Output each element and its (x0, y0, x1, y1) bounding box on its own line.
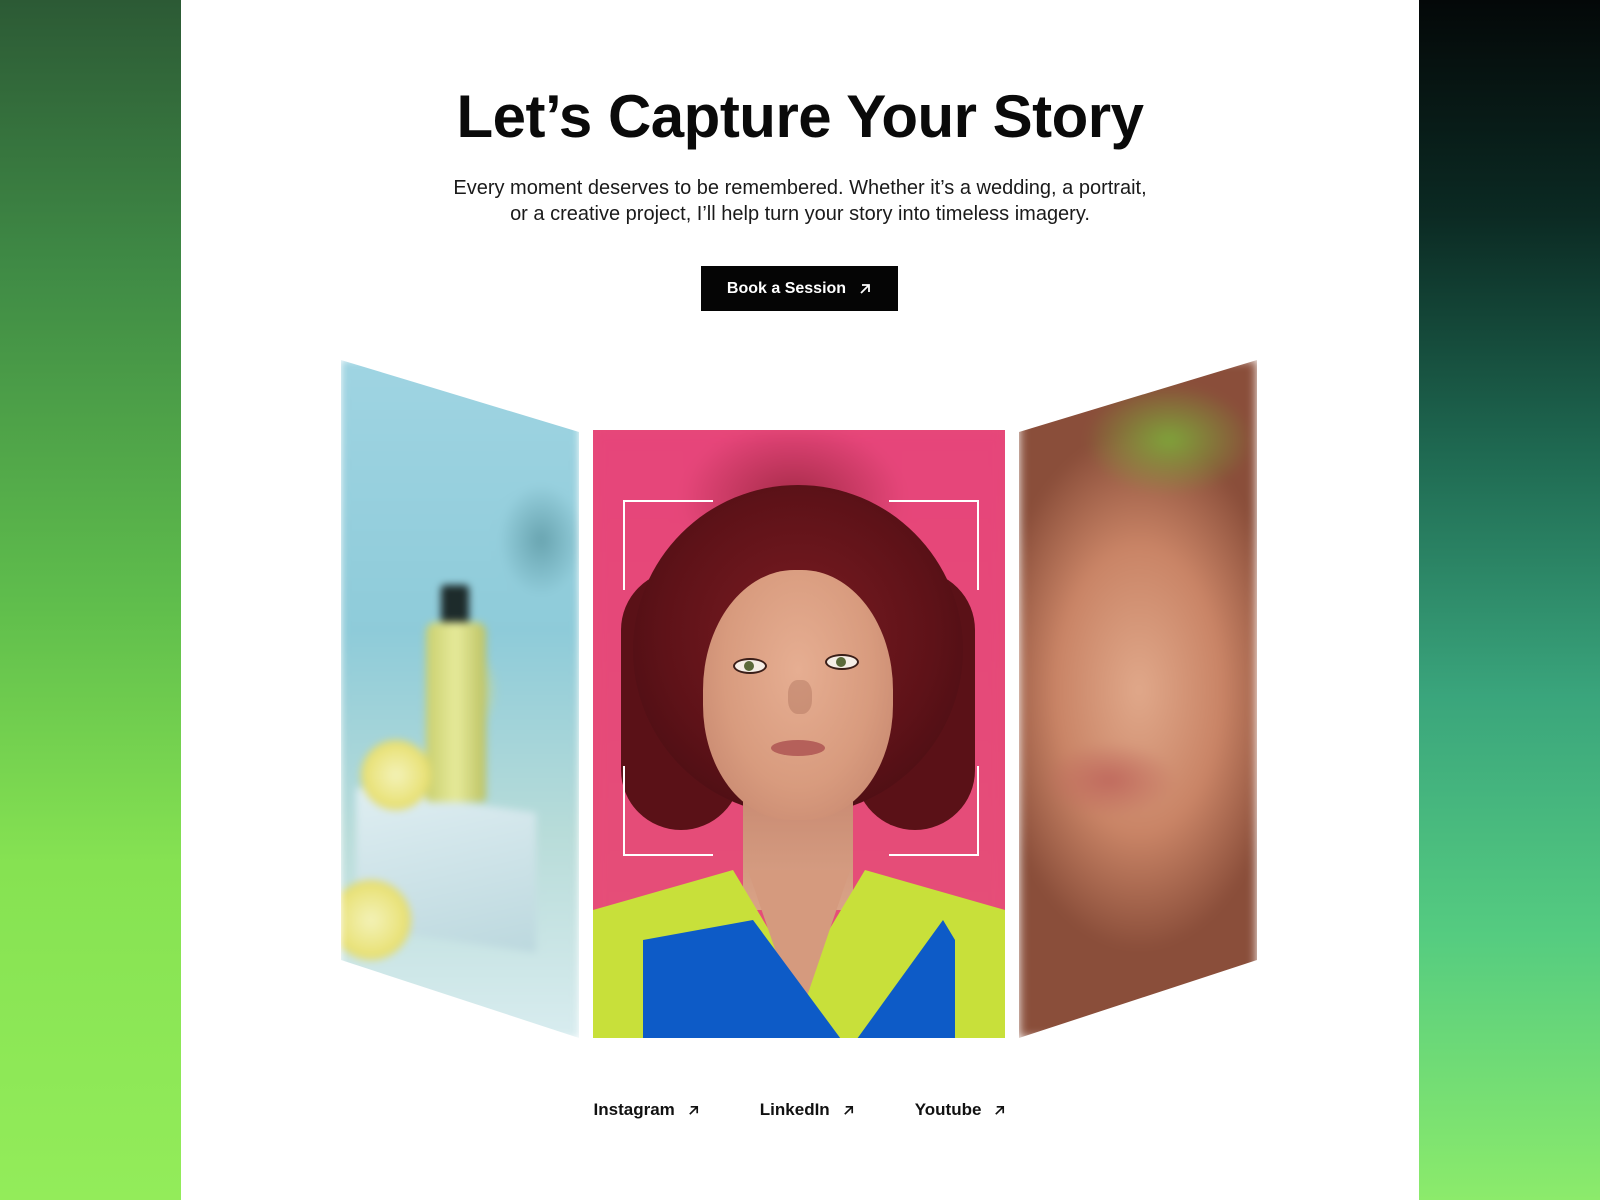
content-panel: Let’s Capture Your Story Every moment de… (181, 0, 1419, 1200)
photo-gallery (181, 360, 1419, 1050)
background-left-gradient (0, 0, 181, 1200)
arrow-up-right-icon (843, 1105, 853, 1115)
social-label: LinkedIn (759, 1100, 830, 1119)
product-photo-card[interactable] (341, 360, 579, 1038)
arrow-up-right-icon (860, 283, 870, 294)
social-links: Instagram LinkedIn Youtube (181, 1100, 1419, 1120)
arrow-up-right-icon (688, 1105, 698, 1115)
book-session-label: Book a Session (726, 279, 847, 297)
portrait-photo-card[interactable] (593, 430, 1005, 1038)
social-link-instagram[interactable]: Instagram (594, 1100, 700, 1120)
social-label: Instagram (593, 1100, 675, 1119)
social-link-linkedin[interactable]: LinkedIn (760, 1100, 855, 1120)
focus-corner-bottom-left (623, 766, 713, 856)
hero-subtitle: Every moment deserves to be remembered. … (181, 175, 1419, 227)
lemon-slice (361, 740, 431, 810)
focus-corner-top-left (623, 500, 713, 590)
social-link-youtube[interactable]: Youtube (915, 1100, 1007, 1120)
hero-subtitle-line-2: or a creative project, I’ll help turn yo… (510, 203, 1090, 225)
background-right-gradient (1419, 0, 1600, 1200)
book-session-button[interactable]: Book a Session (701, 266, 898, 311)
product-bottle (426, 622, 486, 802)
focus-frame (623, 500, 979, 856)
hero-subtitle-line-1: Every moment deserves to be remembered. … (453, 177, 1147, 199)
social-label: Youtube (914, 1100, 982, 1119)
focus-corner-top-right (889, 500, 979, 590)
arrow-up-right-icon (995, 1105, 1005, 1115)
hero-title: Let’s Capture Your Story (456, 83, 1144, 150)
closeup-portrait-card[interactable] (1019, 360, 1257, 1038)
bottle-cap (441, 585, 469, 627)
lemon-slice (341, 880, 411, 960)
focus-corner-bottom-right (889, 766, 979, 856)
